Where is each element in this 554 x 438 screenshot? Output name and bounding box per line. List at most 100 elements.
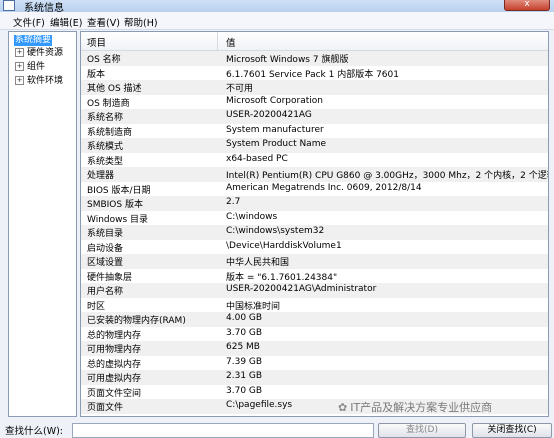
- item-cell: Windows 目录: [87, 214, 149, 225]
- value-cell: 版本 = "6.1.7601.24384": [226, 272, 338, 283]
- item-cell: 用户名称: [87, 287, 124, 297]
- item-cell: 其他 OS 描述: [87, 84, 142, 94]
- tree-item-hardware[interactable]: + 硬件资源: [15, 48, 63, 59]
- value-cell: Microsoft Corporation: [226, 95, 323, 106]
- item-cell: 页面文件空间: [87, 388, 142, 399]
- table-row[interactable]: 可用物理内存 625 MB: [81, 341, 548, 356]
- item-cell: 系统类型: [87, 156, 124, 167]
- watermark: ✿ IT产品及解决方案专业供应商: [338, 399, 492, 415]
- value-cell: 中国标准时间: [226, 301, 281, 312]
- table-row[interactable]: 页面文件空间 3.70 GB: [81, 385, 548, 400]
- item-cell: SMBIOS 版本: [87, 200, 143, 210]
- table-row[interactable]: 系统名称 USER-20200421AG: [81, 109, 548, 124]
- value-cell: C:\pagefile.sys: [226, 400, 293, 410]
- expand-icon[interactable]: +: [15, 76, 24, 85]
- expand-icon[interactable]: +: [15, 62, 24, 71]
- value-cell: C:\windows: [226, 211, 278, 222]
- value-cell: 2.7: [226, 197, 241, 207]
- value-cell: x64-based PC: [226, 153, 288, 164]
- item-cell: 系统制造商: [87, 127, 133, 138]
- table-row[interactable]: 用户名称 USER-20200421AG\Administrator: [81, 283, 548, 298]
- menu-file[interactable]: 文件(F): [13, 15, 45, 29]
- menu-help[interactable]: 帮助(H): [124, 15, 158, 29]
- item-cell: 时区: [87, 301, 106, 312]
- table-row[interactable]: 启动设备 \Device\HarddiskVolume1: [81, 240, 548, 255]
- value-cell: Microsoft Windows 7 旗舰版: [226, 55, 349, 65]
- item-cell: 启动设备: [87, 243, 124, 254]
- tree-item-label: 软件环境: [27, 76, 64, 86]
- table-row[interactable]: 处理器 Intel(R) Pentium(R) CPU G860 @ 3.00GH…: [81, 167, 548, 182]
- table-row[interactable]: 区域设置 中华人民共和国: [81, 254, 548, 269]
- item-cell: 硬件抽象层: [87, 272, 133, 283]
- column-header-value[interactable]: 值: [226, 35, 236, 49]
- table-row[interactable]: 总的物理内存 3.70 GB: [81, 327, 548, 342]
- value-cell: System manufacturer: [226, 124, 324, 135]
- table-row[interactable]: 系统制造商 System manufacturer: [81, 124, 548, 139]
- item-cell: 可用物理内存: [87, 345, 142, 355]
- item-cell: 可用虚拟内存: [87, 374, 142, 384]
- find-label: 查找什么(W):: [5, 426, 64, 437]
- item-cell: 系统名称: [87, 113, 124, 123]
- value-cell: 3.70 GB: [226, 385, 263, 396]
- details-table: 项目 值 OS 名称 Microsoft Windows 7 旗舰版版本 6.1.7…: [80, 31, 549, 417]
- table-row[interactable]: 版本 6.1.7601 Service Pack 1 内部版本 7601: [81, 66, 548, 81]
- app-icon: [3, 0, 15, 11]
- column-header-item[interactable]: 项目: [87, 35, 106, 49]
- value-cell: System Product Name: [226, 139, 327, 149]
- value-cell: 2.31 GB: [226, 371, 263, 381]
- value-cell: 4.00 GB: [226, 313, 263, 323]
- value-cell: 3.70 GB: [226, 327, 263, 338]
- item-cell: 处理器: [87, 171, 115, 181]
- watermark-text: IT产品及解决方案专业供应商: [350, 401, 493, 414]
- menu-edit[interactable]: 编辑(E): [50, 15, 82, 29]
- menu-view[interactable]: 查看(V): [87, 15, 120, 29]
- value-cell: \Device\HarddiskVolume1: [226, 240, 342, 251]
- item-cell: BIOS 版本/日期: [87, 185, 151, 196]
- value-cell: USER-20200421AG\Administrator: [226, 284, 377, 294]
- table-row[interactable]: 时区 中国标准时间: [81, 298, 548, 313]
- table-row[interactable]: Windows 目录 C:\windows: [81, 211, 548, 226]
- value-cell: 中华人民共和国: [226, 258, 290, 268]
- value-cell: 7.39 GB: [226, 356, 263, 367]
- item-cell: 系统模式: [87, 142, 124, 152]
- title-bar: 系统信息 x: [0, 0, 554, 14]
- tree-item-components[interactable]: + 组件: [15, 62, 45, 73]
- expand-icon[interactable]: +: [15, 48, 24, 57]
- item-cell: 已安装的物理内存(RAM): [87, 316, 186, 326]
- value-cell: Intel(R) Pentium(R) CPU G860 @ 3.00GHz，3…: [226, 171, 549, 181]
- value-cell: 625 MB: [226, 342, 260, 352]
- item-cell: 系统目录: [87, 229, 124, 239]
- value-cell: 6.1.7601 Service Pack 1 内部版本 7601: [226, 69, 399, 80]
- close-button[interactable]: x: [504, 0, 550, 11]
- item-cell: 总的物理内存: [87, 330, 142, 341]
- table-row[interactable]: 系统模式 System Product Name: [81, 138, 548, 153]
- table-row[interactable]: OS 名称 Microsoft Windows 7 旗舰版: [81, 51, 548, 66]
- table-row[interactable]: 硬件抽象层 版本 = "6.1.7601.24384": [81, 269, 548, 284]
- tree-item-label: 硬件资源: [27, 48, 64, 58]
- value-cell: American Megatrends Inc. 0609, 2012/8/14: [226, 182, 422, 193]
- column-divider[interactable]: [217, 32, 218, 50]
- tree-item-label: 组件: [27, 62, 46, 72]
- item-cell: 总的虚拟内存: [87, 359, 142, 370]
- value-cell: 不可用: [226, 84, 254, 94]
- table-row[interactable]: 已安装的物理内存(RAM) 4.00 GB: [81, 312, 548, 327]
- table-row[interactable]: 可用虚拟内存 2.31 GB: [81, 370, 548, 385]
- item-cell: OS 制造商: [87, 98, 130, 109]
- table-row[interactable]: 系统类型 x64-based PC: [81, 153, 548, 168]
- wechat-icon: ✿: [338, 401, 348, 414]
- category-tree: 系统摘要 + 硬件资源 + 组件 + 软件环境: [8, 31, 77, 417]
- tree-item-software[interactable]: + 软件环境: [15, 76, 63, 87]
- table-header: 项目 值: [81, 32, 548, 51]
- item-cell: 页面文件: [87, 403, 124, 413]
- table-row[interactable]: BIOS 版本/日期 American Megatrends Inc. 0609,…: [81, 182, 548, 197]
- table-row[interactable]: 其他 OS 描述 不可用: [81, 80, 548, 95]
- tree-item-system-summary[interactable]: 系统摘要: [14, 35, 53, 46]
- table-row[interactable]: 系统目录 C:\windows\system32: [81, 225, 548, 240]
- item-cell: OS 名称: [87, 55, 121, 65]
- item-cell: 区域设置: [87, 258, 124, 268]
- item-cell: 版本: [87, 69, 106, 80]
- value-cell: C:\windows\system32: [226, 226, 325, 236]
- table-row[interactable]: 总的虚拟内存 7.39 GB: [81, 356, 548, 371]
- table-row[interactable]: SMBIOS 版本 2.7: [81, 196, 548, 211]
- table-row[interactable]: OS 制造商 Microsoft Corporation: [81, 95, 548, 110]
